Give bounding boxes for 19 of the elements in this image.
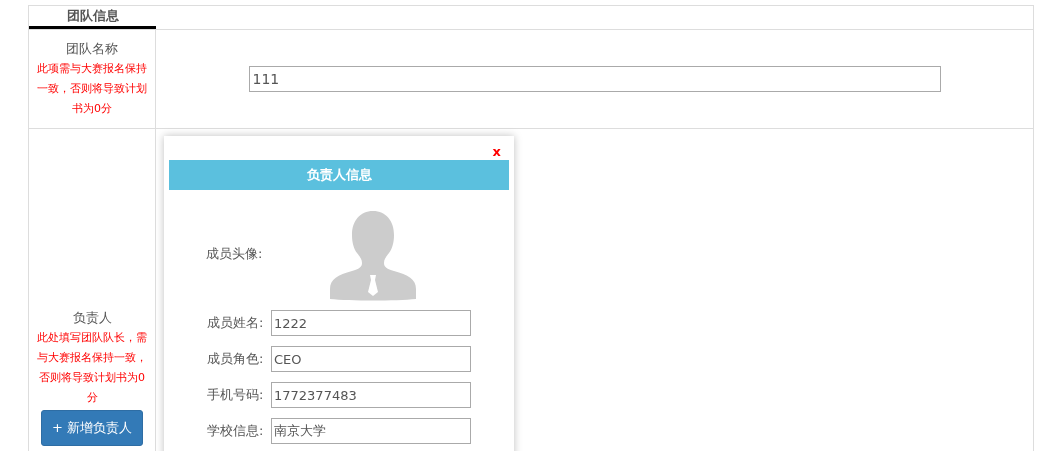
input-field[interactable]: 1222 <box>271 310 471 336</box>
field-label: 团队名称 <box>66 40 118 58</box>
warning-note: 此处填写团队队长，需与大赛报名保持一致，否则将导致计划书为0分 <box>36 330 148 406</box>
team-name-input[interactable]: 111 <box>248 66 941 92</box>
input-field[interactable]: 1772377483 <box>271 382 471 408</box>
field-label: 手机号码: <box>207 386 265 404</box>
field-label: 学校信息: <box>207 422 265 440</box>
field-label: 成员姓名: <box>207 314 265 332</box>
dialog-title: 负责人信息 <box>169 160 509 190</box>
add-leader-button[interactable]: + 新增负责人 <box>41 410 143 446</box>
section-tab[interactable]: 团队信息 <box>29 6 156 29</box>
warning-note: 此项需与大赛报名保持一致，否则将导致计划书为0分 <box>36 61 148 117</box>
field-label: 成员角色: <box>207 350 265 368</box>
close-button[interactable]: x <box>492 141 501 160</box>
field-label: 负责人 <box>72 309 112 327</box>
input-field[interactable]: CEO <box>271 346 471 372</box>
input-field[interactable]: 南京大学 <box>271 418 471 444</box>
field-label: 成员头像: <box>206 245 264 263</box>
avatar-icon[interactable] <box>330 211 416 301</box>
